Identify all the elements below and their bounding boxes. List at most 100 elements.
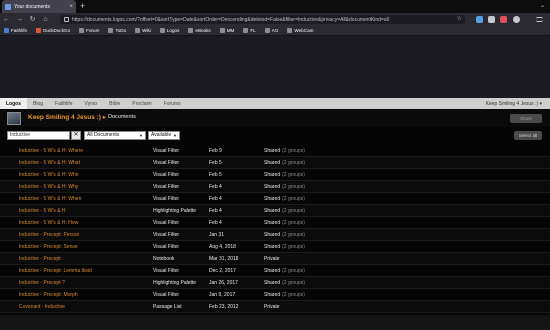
document-kind: Visual Filter bbox=[153, 268, 180, 274]
document-row[interactable]: Inductive - Precept: Morph Visual Filter J… bbox=[0, 289, 550, 301]
menu-icon[interactable] bbox=[536, 17, 543, 22]
group-avatar[interactable] bbox=[7, 112, 21, 125]
back-icon[interactable]: ← bbox=[0, 16, 13, 23]
home-icon[interactable]: ⌂ bbox=[39, 16, 52, 23]
document-date: Feb 4 bbox=[209, 208, 222, 214]
close-tab-icon[interactable]: × bbox=[69, 4, 73, 10]
document-title-link[interactable]: Covenant - Inductive bbox=[19, 301, 65, 313]
bookmark-label: WebCam bbox=[294, 28, 314, 33]
document-title-link[interactable]: Inductive - Precept: Person bbox=[19, 229, 79, 241]
document-title-link[interactable]: Inductive - 5 W's & H: What bbox=[19, 157, 80, 169]
privacy-select[interactable]: Available ▼ bbox=[148, 131, 180, 140]
site-nav-logos[interactable]: Logos bbox=[0, 98, 27, 109]
bookmark-ebooks[interactable]: eBooks bbox=[188, 28, 211, 33]
document-row[interactable]: Inductive - 5 W's & H: What Visual Filter… bbox=[0, 157, 550, 169]
page-blank-area bbox=[0, 37, 550, 98]
site-nav-blog[interactable]: Blog bbox=[27, 98, 49, 109]
navigation-toolbar: ← → ↻ ⌂ https://documents.logos.com/?off… bbox=[0, 13, 550, 26]
document-title-link[interactable]: Inductive - 5 W's & H: When bbox=[19, 193, 81, 205]
bookmark-duckduckgo[interactable]: DuckDuckGo bbox=[36, 28, 70, 33]
browser-tab[interactable]: Your documents × bbox=[2, 0, 76, 13]
bookmarks-toolbar: Faithlife DuckDuckGo Forum ToDo Wiki Logos eBo… bbox=[0, 26, 550, 36]
document-row[interactable]: Covenant - Inductive Passage List Feb 23, … bbox=[0, 301, 550, 313]
document-title-link[interactable]: Inductive - 5 W's & H bbox=[19, 205, 66, 217]
bookmark-webcam[interactable]: WebCam bbox=[287, 28, 313, 33]
document-row[interactable]: Inductive - Precept: Lemma lbsid Visual F… bbox=[0, 265, 550, 277]
bookmark-mm[interactable]: MM bbox=[219, 28, 234, 33]
document-kind: Visual Filter bbox=[153, 292, 180, 298]
forward-icon[interactable]: → bbox=[13, 16, 26, 23]
document-title-link[interactable]: Inductive - Precept: Sense bbox=[19, 241, 78, 253]
document-row[interactable]: Inductive - 5 W's & H: When Visual Filter… bbox=[0, 193, 550, 205]
select-all-button[interactable]: Select all bbox=[514, 131, 542, 140]
site-nav-faithlife[interactable]: Faithlife bbox=[49, 98, 79, 109]
document-row[interactable]: Inductive - Precept Notebook Mar 31, 2018 P… bbox=[0, 253, 550, 265]
document-title-link[interactable]: Inductive - Precept ? bbox=[19, 277, 65, 289]
reload-icon[interactable]: ↻ bbox=[26, 16, 39, 23]
share-button[interactable]: Share bbox=[510, 114, 542, 123]
site-nav-bible[interactable]: Bible bbox=[103, 98, 126, 109]
extension-icon[interactable] bbox=[488, 16, 495, 23]
document-sharing: Shared (2 groups) bbox=[264, 241, 305, 253]
document-row[interactable]: Inductive - 5 W's & H: Who Visual Filter F… bbox=[0, 169, 550, 181]
document-kind: Visual Filter bbox=[153, 244, 180, 250]
bookmark-todo[interactable]: ToDo bbox=[108, 28, 126, 33]
bookmark-label: FL bbox=[250, 28, 256, 33]
shield-icon[interactable] bbox=[476, 16, 483, 23]
document-row[interactable]: Inductive - Precept: Sense Visual Filter A… bbox=[0, 241, 550, 253]
document-date: Feb 5 bbox=[209, 172, 222, 178]
document-row[interactable]: Inductive - 5 W's & H: Why Visual Filter F… bbox=[0, 181, 550, 193]
bookmark-ag[interactable]: AG bbox=[264, 28, 278, 33]
site-nav-vyrso[interactable]: Vyrso bbox=[79, 98, 104, 109]
url-bar[interactable]: https://documents.logos.com/?offset=0&so… bbox=[60, 15, 465, 24]
document-date: Feb 4 bbox=[209, 220, 222, 226]
sharing-status: Shared bbox=[264, 244, 281, 250]
sharing-groups: (2 groups) bbox=[282, 160, 305, 166]
bookmark-label: DuckDuckGo bbox=[43, 28, 71, 33]
document-date: Feb 9 bbox=[209, 148, 222, 154]
document-kind: Visual Filter bbox=[153, 184, 180, 190]
bookmark-faithlife[interactable]: Faithlife bbox=[4, 28, 27, 33]
document-kind-value: All Documents bbox=[87, 132, 120, 138]
sharing-status: Shared bbox=[264, 268, 281, 274]
document-row[interactable]: Inductive - 5 W's & H: Where Visual Filte… bbox=[0, 145, 550, 157]
document-sharing: Shared (2 groups) bbox=[264, 157, 305, 169]
document-title-link[interactable]: Inductive - 5 W's & H: Where bbox=[19, 145, 83, 157]
document-title-link[interactable]: Inductive - Precept: Lemma lbsid bbox=[19, 265, 92, 277]
document-title-link[interactable]: Inductive - 5 W's & H: How bbox=[19, 217, 78, 229]
document-title-link[interactable]: Inductive - 5 W's & H: Who bbox=[19, 169, 79, 181]
bookmark-fl[interactable]: FL bbox=[243, 28, 256, 33]
folder-icon bbox=[188, 28, 194, 33]
bookmark-wiki[interactable]: Wiki bbox=[135, 28, 151, 33]
document-title-link[interactable]: Inductive - 5 W's & H: Why bbox=[19, 181, 78, 193]
site-nav-proclaim[interactable]: Proclaim bbox=[126, 98, 157, 109]
document-title-link[interactable]: Inductive - Precept: Morph bbox=[19, 289, 78, 301]
document-row[interactable]: Inductive - 5 W's & H: How Visual Filter F… bbox=[0, 217, 550, 229]
document-row[interactable]: Inductive - 5 W's & H Highlighting Palett… bbox=[0, 205, 550, 217]
user-menu[interactable]: Keep Smiling 4 Jesus :) ▾ bbox=[486, 98, 542, 109]
new-tab-button[interactable]: + bbox=[80, 1, 85, 12]
group-name-link[interactable]: Keep Smiling 4 Jesus :) ▸ bbox=[28, 113, 106, 121]
document-kind: Visual Filter bbox=[153, 232, 180, 238]
bookmark-logos[interactable]: Logos bbox=[159, 28, 179, 33]
document-sharing: Shared (2 groups) bbox=[264, 205, 305, 217]
sharing-status: Shared bbox=[264, 160, 281, 166]
folder-icon bbox=[219, 28, 225, 33]
bookmark-forum[interactable]: Forum bbox=[79, 28, 99, 33]
chevron-down-icon: ▼ bbox=[139, 133, 143, 138]
bookmark-label: eBooks bbox=[195, 28, 211, 33]
document-kind-select[interactable]: All Documents ▼ bbox=[84, 131, 146, 140]
document-row[interactable]: Inductive - Precept ? Highlighting Palett… bbox=[0, 277, 550, 289]
document-title-link[interactable]: Inductive - Precept bbox=[19, 253, 61, 265]
document-row[interactable]: Inductive - Precept: Person Visual Filter… bbox=[0, 229, 550, 241]
site-nav-forums[interactable]: Forums bbox=[158, 98, 187, 109]
pocket-icon[interactable] bbox=[500, 16, 507, 23]
list-all-tabs-icon[interactable]: ⌄ bbox=[540, 2, 545, 9]
clear-search-button[interactable]: ✕ bbox=[71, 131, 81, 140]
account-icon[interactable] bbox=[513, 16, 520, 23]
document-date: Jan 31 bbox=[209, 232, 225, 238]
bookmark-star-icon[interactable]: ☆ bbox=[457, 15, 462, 24]
search-input[interactable]: Inductive bbox=[7, 131, 70, 140]
document-kind: Highlighting Palette bbox=[153, 208, 197, 214]
sharing-groups: (2 groups) bbox=[282, 280, 305, 286]
